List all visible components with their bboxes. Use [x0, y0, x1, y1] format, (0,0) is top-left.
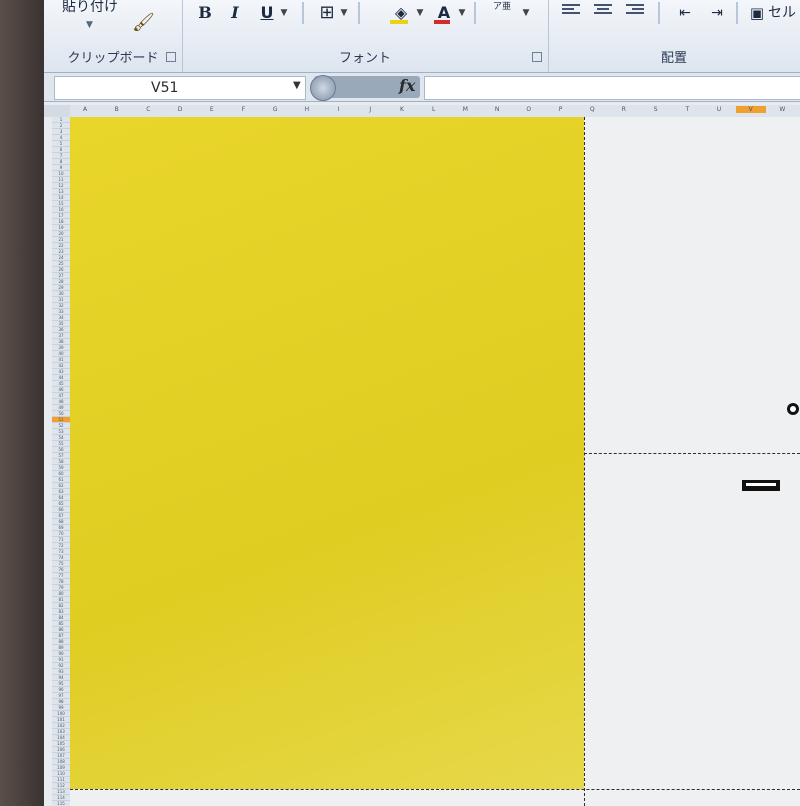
- borders-icon[interactable]: ⊞: [316, 2, 338, 24]
- yellow-filled-range[interactable]: [70, 117, 584, 789]
- column-header-e[interactable]: E: [197, 106, 227, 113]
- resize-cursor-icon: [742, 480, 780, 491]
- clipboard-group: 貼り付け ▼ 🖌 クリップボード: [44, 0, 183, 72]
- separator: [358, 2, 360, 24]
- splitter-handle-icon[interactable]: [310, 75, 336, 101]
- column-header-v[interactable]: V: [735, 106, 766, 113]
- column-header-r[interactable]: R: [609, 106, 639, 113]
- font-group-label: フォント: [338, 51, 391, 66]
- column-header-c[interactable]: C: [133, 106, 163, 113]
- column-header-n[interactable]: N: [482, 106, 512, 113]
- formula-bar: V51 ▼ fx: [44, 73, 800, 102]
- column-header-h[interactable]: H: [292, 106, 322, 113]
- phonetic-dropdown-icon[interactable]: ▼: [520, 2, 532, 24]
- column-header-w[interactable]: W: [767, 106, 797, 113]
- phonetic-guide-button[interactable]: ア亜: [488, 2, 516, 24]
- bold-button[interactable]: B: [194, 2, 216, 24]
- ribbon: 貼り付け ▼ 🖌 クリップボード B I U ▼ ⊞ ▼ ◈ ▼ A ▼ ア亜 …: [44, 0, 800, 73]
- merge-cells-icon[interactable]: ▣: [746, 2, 768, 24]
- column-header-f[interactable]: F: [229, 106, 259, 113]
- italic-button[interactable]: I: [224, 2, 246, 24]
- paste-dropdown-icon[interactable]: ▼: [86, 20, 93, 30]
- alignment-group: ⇤ ⇥ ▣ セル 配置: [548, 0, 800, 72]
- move-cursor-icon: [787, 403, 799, 415]
- format-painter-icon[interactable]: 🖌: [132, 12, 155, 33]
- column-header-i[interactable]: I: [324, 106, 354, 113]
- font-group: B I U ▼ ⊞ ▼ ◈ ▼ A ▼ ア亜 ▼ フォント: [182, 0, 549, 72]
- underline-button[interactable]: U: [256, 2, 278, 24]
- font-color-button[interactable]: A: [432, 2, 456, 24]
- name-box[interactable]: V51 ▼: [54, 76, 306, 100]
- column-header-b[interactable]: B: [102, 106, 132, 113]
- column-header-u[interactable]: U: [704, 106, 734, 113]
- column-header-g[interactable]: G: [260, 106, 290, 113]
- align-left-icon[interactable]: [562, 4, 580, 18]
- column-header-d[interactable]: D: [165, 106, 195, 113]
- excel-window: 貼り付け ▼ 🖌 クリップボード B I U ▼ ⊞ ▼ ◈ ▼ A ▼ ア亜 …: [44, 0, 800, 806]
- column-header-a[interactable]: A: [70, 106, 100, 113]
- alignment-group-label: 配置: [660, 51, 687, 66]
- row-header-bar: 1 2 3 4 5 6 7 8 9 10 11 12 13 14 15 16 17 18 19 20 21 22 23 24 2…: [52, 117, 71, 806]
- increase-indent-icon[interactable]: ⇥: [704, 2, 730, 24]
- select-all-corner[interactable]: [44, 105, 70, 117]
- page-break-horizontal: [584, 453, 800, 454]
- paste-button[interactable]: 貼り付け: [62, 0, 118, 16]
- column-header-m[interactable]: M: [450, 106, 480, 113]
- font-color-bar: [434, 20, 450, 24]
- borders-dropdown-icon[interactable]: ▼: [338, 2, 350, 24]
- formula-input[interactable]: [424, 76, 800, 100]
- separator: [658, 2, 660, 24]
- name-box-value: V51: [151, 80, 179, 96]
- align-right-icon[interactable]: [626, 4, 644, 18]
- column-header-q[interactable]: Q: [577, 106, 607, 113]
- column-header-j[interactable]: J: [355, 106, 385, 113]
- fill-color-bar: [390, 20, 408, 24]
- decrease-indent-icon[interactable]: ⇤: [672, 2, 698, 24]
- align-center-icon[interactable]: [594, 4, 612, 18]
- fill-color-button[interactable]: ◈: [388, 2, 414, 24]
- name-box-dropdown-icon[interactable]: ▼: [293, 80, 307, 91]
- font-color-dropdown-icon[interactable]: ▼: [456, 2, 468, 24]
- underline-dropdown-icon[interactable]: ▼: [278, 2, 290, 24]
- row-header-115[interactable]: 115: [52, 801, 70, 806]
- column-header-s[interactable]: S: [641, 106, 671, 113]
- monitor-bezel: [0, 0, 44, 806]
- column-header-o[interactable]: O: [514, 106, 544, 113]
- column-header-k[interactable]: K: [387, 106, 417, 113]
- page-break-vertical: [584, 117, 585, 806]
- clipboard-dialog-launcher-icon[interactable]: [166, 52, 176, 62]
- font-dialog-launcher-icon[interactable]: [532, 52, 542, 62]
- insert-function-button[interactable]: fx: [399, 76, 415, 95]
- column-header-l[interactable]: L: [419, 106, 449, 113]
- worksheet-grid[interactable]: [70, 117, 800, 806]
- separator: [736, 2, 738, 24]
- column-header-t[interactable]: T: [672, 106, 702, 113]
- separator: [474, 2, 476, 24]
- separator: [302, 2, 304, 24]
- fill-color-dropdown-icon[interactable]: ▼: [414, 2, 426, 24]
- merge-cells-label[interactable]: セル: [768, 2, 800, 24]
- column-header-p[interactable]: P: [546, 106, 576, 113]
- clipboard-group-label: クリップボード: [67, 51, 159, 66]
- page-break-bottom: [70, 789, 800, 790]
